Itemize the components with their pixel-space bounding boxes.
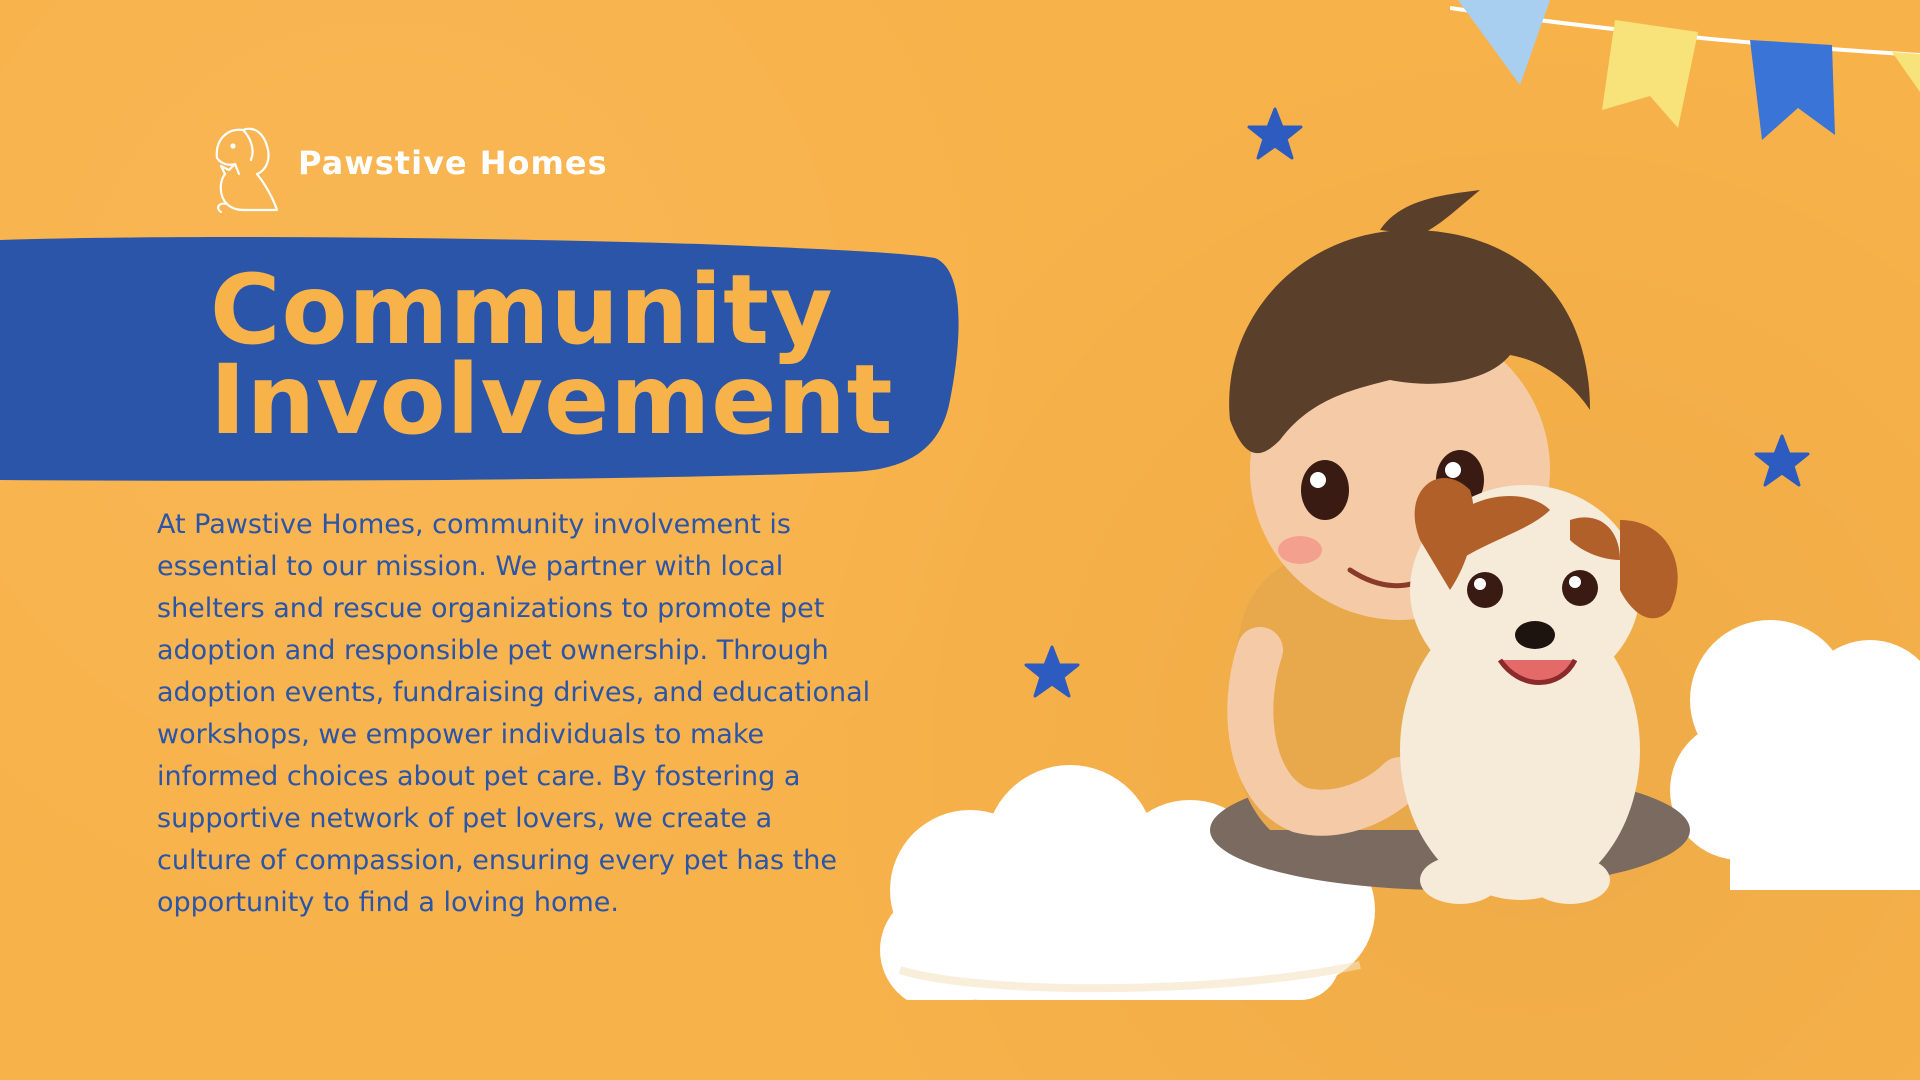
star-icon (1247, 107, 1303, 160)
bunting-flags (1450, 0, 1920, 140)
boy-hugging-puppy-illustration (1210, 190, 1690, 904)
slide: Pawstive Homes Community Involvement At … (0, 0, 1920, 1080)
body-paragraph: At Pawstive Homes, community involvement… (157, 509, 871, 918)
brand: Pawstive Homes (205, 118, 625, 218)
bunting-flag-blue (1750, 40, 1835, 140)
star-icon (1024, 645, 1080, 698)
dog-cat-outline-icon (215, 127, 279, 214)
star-icon (1754, 434, 1810, 487)
bunting-flag-light-blue (1458, 0, 1550, 85)
bunting-flag-yellow (1602, 20, 1698, 128)
brand-name: Pawstive Homes (298, 144, 608, 182)
bunting-flag-yellow-partial (1892, 52, 1920, 92)
page-title-line-2: Involvement (210, 344, 894, 456)
